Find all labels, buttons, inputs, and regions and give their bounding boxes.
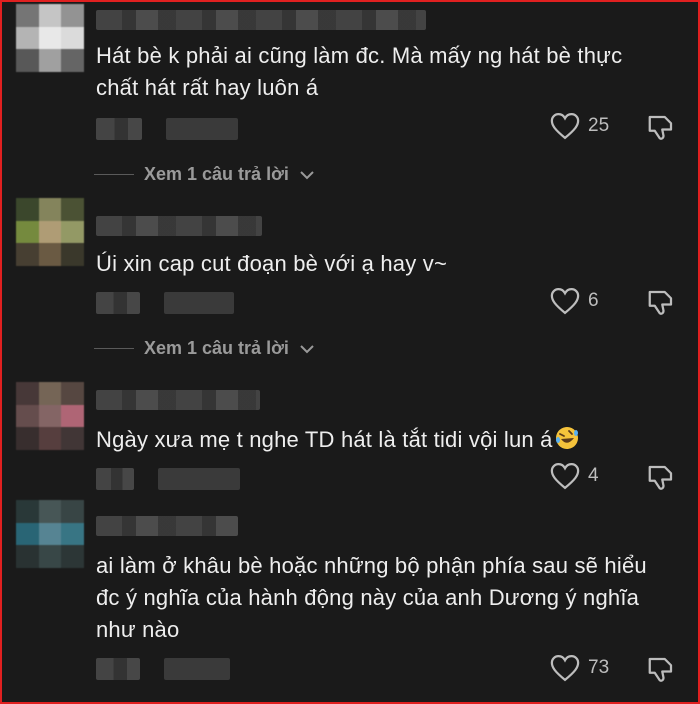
comment-meta [96, 118, 238, 140]
username[interactable] [96, 390, 260, 410]
like-count: 25 [588, 115, 610, 136]
comment-meta [96, 468, 240, 490]
username[interactable] [96, 516, 238, 536]
like-button[interactable]: 25 [550, 112, 609, 140]
divider [94, 174, 134, 175]
thumbs-down-outline-icon[interactable] [646, 112, 676, 142]
comments-panel: Hát bè k phải ai cũng làm đc. Mà mấy ng … [0, 0, 700, 704]
heart-outline-icon [550, 654, 580, 682]
avatar[interactable] [16, 4, 84, 72]
heart-outline-icon [550, 287, 580, 315]
avatar[interactable] [16, 198, 84, 266]
comment-text: Ngày xưa mẹ t nghe TD hát là tắt tidi vộ… [96, 424, 656, 460]
comment-text: Úi xin cap cut đoạn bè với ạ hay v~ [96, 251, 448, 276]
rolling-on-floor-laughing-emoji [553, 425, 581, 460]
like-button[interactable]: 4 [550, 462, 599, 490]
username[interactable] [96, 10, 426, 30]
chevron-down-icon [300, 344, 314, 353]
comment-text-content: Ngày xưa mẹ t nghe TD hát là tắt tidi vộ… [96, 427, 553, 452]
like-count: 6 [588, 290, 599, 311]
like-count: 73 [588, 657, 610, 678]
like-button[interactable]: 6 [550, 287, 599, 315]
avatar[interactable] [16, 382, 84, 450]
thumbs-down-outline-icon[interactable] [646, 287, 676, 317]
chevron-down-icon [300, 170, 314, 179]
thumbs-down-outline-icon[interactable] [646, 462, 676, 492]
view-replies-button[interactable]: Xem 1 câu trả lời [94, 164, 315, 185]
comment-meta [96, 658, 230, 680]
avatar[interactable] [16, 500, 84, 568]
like-count: 4 [588, 465, 599, 486]
divider [94, 348, 134, 349]
heart-outline-icon [550, 462, 580, 490]
view-replies-label: Xem 1 câu trả lời [144, 338, 289, 358]
comment-meta [96, 292, 234, 314]
username[interactable] [96, 216, 262, 236]
heart-outline-icon [550, 112, 580, 140]
view-replies-label: Xem 1 câu trả lời [144, 164, 289, 184]
comment-text: ai làm ở khâu bè hoặc những bộ phận phía… [96, 553, 647, 642]
view-replies-button[interactable]: Xem 1 câu trả lời [94, 338, 315, 359]
comment-text: Hát bè k phải ai cũng làm đc. Mà mấy ng … [96, 43, 623, 100]
thumbs-down-outline-icon[interactable] [646, 654, 676, 684]
like-button[interactable]: 73 [550, 654, 609, 682]
